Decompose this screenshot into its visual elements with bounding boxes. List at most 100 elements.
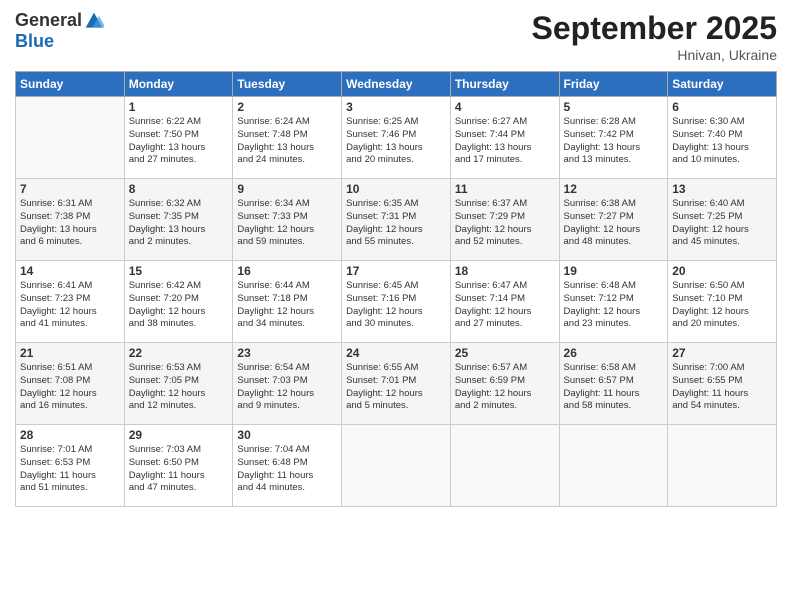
table-row: 8Sunrise: 6:32 AM Sunset: 7:35 PM Daylig…	[124, 179, 233, 261]
table-row: 3 Sunrise: 6:25 AM Sunset: 7:46 PM Daylig…	[342, 97, 451, 179]
day-number: 19	[564, 264, 664, 278]
month-name: September 2025	[532, 10, 777, 47]
col-thursday: Thursday	[450, 72, 559, 97]
day-info: Sunrise: 6:55 AM Sunset: 7:01 PM Dayligh…	[346, 362, 446, 413]
table-row	[16, 97, 125, 179]
table-row: 29 Sunrise: 7:03 AM Sunset: 6:50 PM Dayli…	[124, 425, 233, 507]
table-row: 14Sunrise: 6:41 AM Sunset: 7:23 PM Dayli…	[16, 261, 125, 343]
day-number: 30	[237, 428, 337, 442]
table-row: 13 Sunrise: 6:40 AM Sunset: 7:25 PM Dayli…	[668, 179, 777, 261]
table-row: 22 Sunrise: 6:53 AM Sunset: 7:05 PM Dayli…	[124, 343, 233, 425]
day-info: Sunrise: 7:00 AM Sunset: 6:55 PM Dayligh…	[672, 362, 772, 413]
day-number: 4	[455, 100, 555, 114]
day-number: 29	[129, 428, 229, 442]
day-info: Sunrise: 6:34 AM Sunset: 7:33 PM Dayligh…	[237, 198, 337, 249]
col-monday: Monday	[124, 72, 233, 97]
table-row: 1 Sunrise: 6:22 AM Sunset: 7:50 PM Daylig…	[124, 97, 233, 179]
day-info: Sunrise: 7:03 AM Sunset: 6:50 PM Dayligh…	[129, 444, 229, 495]
day-info: Sunrise: 6:42 AM Sunset: 7:20 PM Dayligh…	[129, 280, 229, 331]
table-row: 30 Sunrise: 7:04 AM Sunset: 6:48 PM Dayli…	[233, 425, 342, 507]
day-info: Sunrise: 7:04 AM Sunset: 6:48 PM Dayligh…	[237, 444, 337, 495]
day-info: Sunrise: 6:37 AM Sunset: 7:29 PM Dayligh…	[455, 198, 555, 249]
table-row: 19 Sunrise: 6:48 AM Sunset: 7:12 PM Dayli…	[559, 261, 668, 343]
day-info: Sunrise: 7:01 AM Sunset: 6:53 PM Dayligh…	[20, 444, 120, 495]
day-info: Sunrise: 6:50 AM Sunset: 7:10 PM Dayligh…	[672, 280, 772, 331]
day-info: Sunrise: 6:31 AM Sunset: 7:38 PM Dayligh…	[20, 198, 120, 249]
day-number: 25	[455, 346, 555, 360]
day-info: Sunrise: 6:47 AM Sunset: 7:14 PM Dayligh…	[455, 280, 555, 331]
day-number: 3	[346, 100, 446, 114]
day-number: 22	[129, 346, 229, 360]
table-row: 9 Sunrise: 6:34 AM Sunset: 7:33 PM Daylig…	[233, 179, 342, 261]
day-number: 21	[20, 346, 120, 360]
day-number: 16	[237, 264, 337, 278]
table-row: 27 Sunrise: 7:00 AM Sunset: 6:55 PM Dayli…	[668, 343, 777, 425]
day-info: Sunrise: 6:32 AM Sunset: 7:35 PM Dayligh…	[129, 198, 229, 249]
day-info: Sunrise: 6:53 AM Sunset: 7:05 PM Dayligh…	[129, 362, 229, 413]
day-info: Sunrise: 6:38 AM Sunset: 7:27 PM Dayligh…	[564, 198, 664, 249]
day-number: 2	[237, 100, 337, 114]
day-number: 13	[672, 182, 772, 196]
day-number: 12	[564, 182, 664, 196]
table-row: 24 Sunrise: 6:55 AM Sunset: 7:01 PM Dayli…	[342, 343, 451, 425]
day-number: 18	[455, 264, 555, 278]
col-tuesday: Tuesday	[233, 72, 342, 97]
day-number: 1	[129, 100, 229, 114]
table-row: 16 Sunrise: 6:44 AM Sunset: 7:18 PM Dayli…	[233, 261, 342, 343]
day-info: Sunrise: 6:25 AM Sunset: 7:46 PM Dayligh…	[346, 116, 446, 167]
table-row	[450, 425, 559, 507]
day-number: 15	[129, 264, 229, 278]
day-info: Sunrise: 6:35 AM Sunset: 7:31 PM Dayligh…	[346, 198, 446, 249]
day-info: Sunrise: 6:28 AM Sunset: 7:42 PM Dayligh…	[564, 116, 664, 167]
table-row: 5Sunrise: 6:28 AM Sunset: 7:42 PM Daylig…	[559, 97, 668, 179]
day-number: 20	[672, 264, 772, 278]
table-row: 7 Sunrise: 6:31 AM Sunset: 7:38 PM Daylig…	[16, 179, 125, 261]
day-info: Sunrise: 6:58 AM Sunset: 6:57 PM Dayligh…	[564, 362, 664, 413]
day-number: 28	[20, 428, 120, 442]
table-row: 20 Sunrise: 6:50 AM Sunset: 7:10 PM Dayli…	[668, 261, 777, 343]
day-info: Sunrise: 6:44 AM Sunset: 7:18 PM Dayligh…	[237, 280, 337, 331]
location: Hnivan, Ukraine	[532, 47, 777, 63]
col-saturday: Saturday	[668, 72, 777, 97]
day-info: Sunrise: 6:40 AM Sunset: 7:25 PM Dayligh…	[672, 198, 772, 249]
table-row: 10 Sunrise: 6:35 AM Sunset: 7:31 PM Dayli…	[342, 179, 451, 261]
logo-blue-text: Blue	[15, 31, 54, 52]
page-container: General Blue September 2025 Hnivan, Ukra…	[0, 0, 792, 517]
table-row: 25 Sunrise: 6:57 AM Sunset: 6:59 PM Dayli…	[450, 343, 559, 425]
day-number: 23	[237, 346, 337, 360]
table-row: 28 Sunrise: 7:01 AM Sunset: 6:53 PM Dayli…	[16, 425, 125, 507]
col-sunday: Sunday	[16, 72, 125, 97]
table-row: 17 Sunrise: 6:45 AM Sunset: 7:16 PM Dayli…	[342, 261, 451, 343]
day-info: Sunrise: 6:57 AM Sunset: 6:59 PM Dayligh…	[455, 362, 555, 413]
table-row: 2Sunrise: 6:24 AM Sunset: 7:48 PM Daylig…	[233, 97, 342, 179]
table-row: 6Sunrise: 6:30 AM Sunset: 7:40 PM Daylig…	[668, 97, 777, 179]
table-row	[668, 425, 777, 507]
logo-general-text: General	[15, 10, 82, 31]
table-row: 11Sunrise: 6:37 AM Sunset: 7:29 PM Dayli…	[450, 179, 559, 261]
day-number: 17	[346, 264, 446, 278]
table-row: 21 Sunrise: 6:51 AM Sunset: 7:08 PM Dayli…	[16, 343, 125, 425]
day-number: 9	[237, 182, 337, 196]
table-row: 26 Sunrise: 6:58 AM Sunset: 6:57 PM Dayli…	[559, 343, 668, 425]
day-info: Sunrise: 6:51 AM Sunset: 7:08 PM Dayligh…	[20, 362, 120, 413]
col-wednesday: Wednesday	[342, 72, 451, 97]
month-title: September 2025 Hnivan, Ukraine	[532, 10, 777, 63]
day-info: Sunrise: 6:45 AM Sunset: 7:16 PM Dayligh…	[346, 280, 446, 331]
day-number: 10	[346, 182, 446, 196]
day-number: 26	[564, 346, 664, 360]
day-info: Sunrise: 6:27 AM Sunset: 7:44 PM Dayligh…	[455, 116, 555, 167]
table-row: 15 Sunrise: 6:42 AM Sunset: 7:20 PM Dayli…	[124, 261, 233, 343]
day-number: 7	[20, 182, 120, 196]
calendar-week-row: 1 Sunrise: 6:22 AM Sunset: 7:50 PM Daylig…	[16, 97, 777, 179]
day-info: Sunrise: 6:22 AM Sunset: 7:50 PM Dayligh…	[129, 116, 229, 167]
day-number: 6	[672, 100, 772, 114]
table-row: 23 Sunrise: 6:54 AM Sunset: 7:03 PM Dayli…	[233, 343, 342, 425]
table-row	[559, 425, 668, 507]
day-info: Sunrise: 6:48 AM Sunset: 7:12 PM Dayligh…	[564, 280, 664, 331]
day-number: 27	[672, 346, 772, 360]
day-number: 24	[346, 346, 446, 360]
day-info: Sunrise: 6:54 AM Sunset: 7:03 PM Dayligh…	[237, 362, 337, 413]
calendar-table: Sunday Monday Tuesday Wednesday Thursday…	[15, 71, 777, 507]
day-number: 14	[20, 264, 120, 278]
logo-icon	[84, 11, 104, 31]
